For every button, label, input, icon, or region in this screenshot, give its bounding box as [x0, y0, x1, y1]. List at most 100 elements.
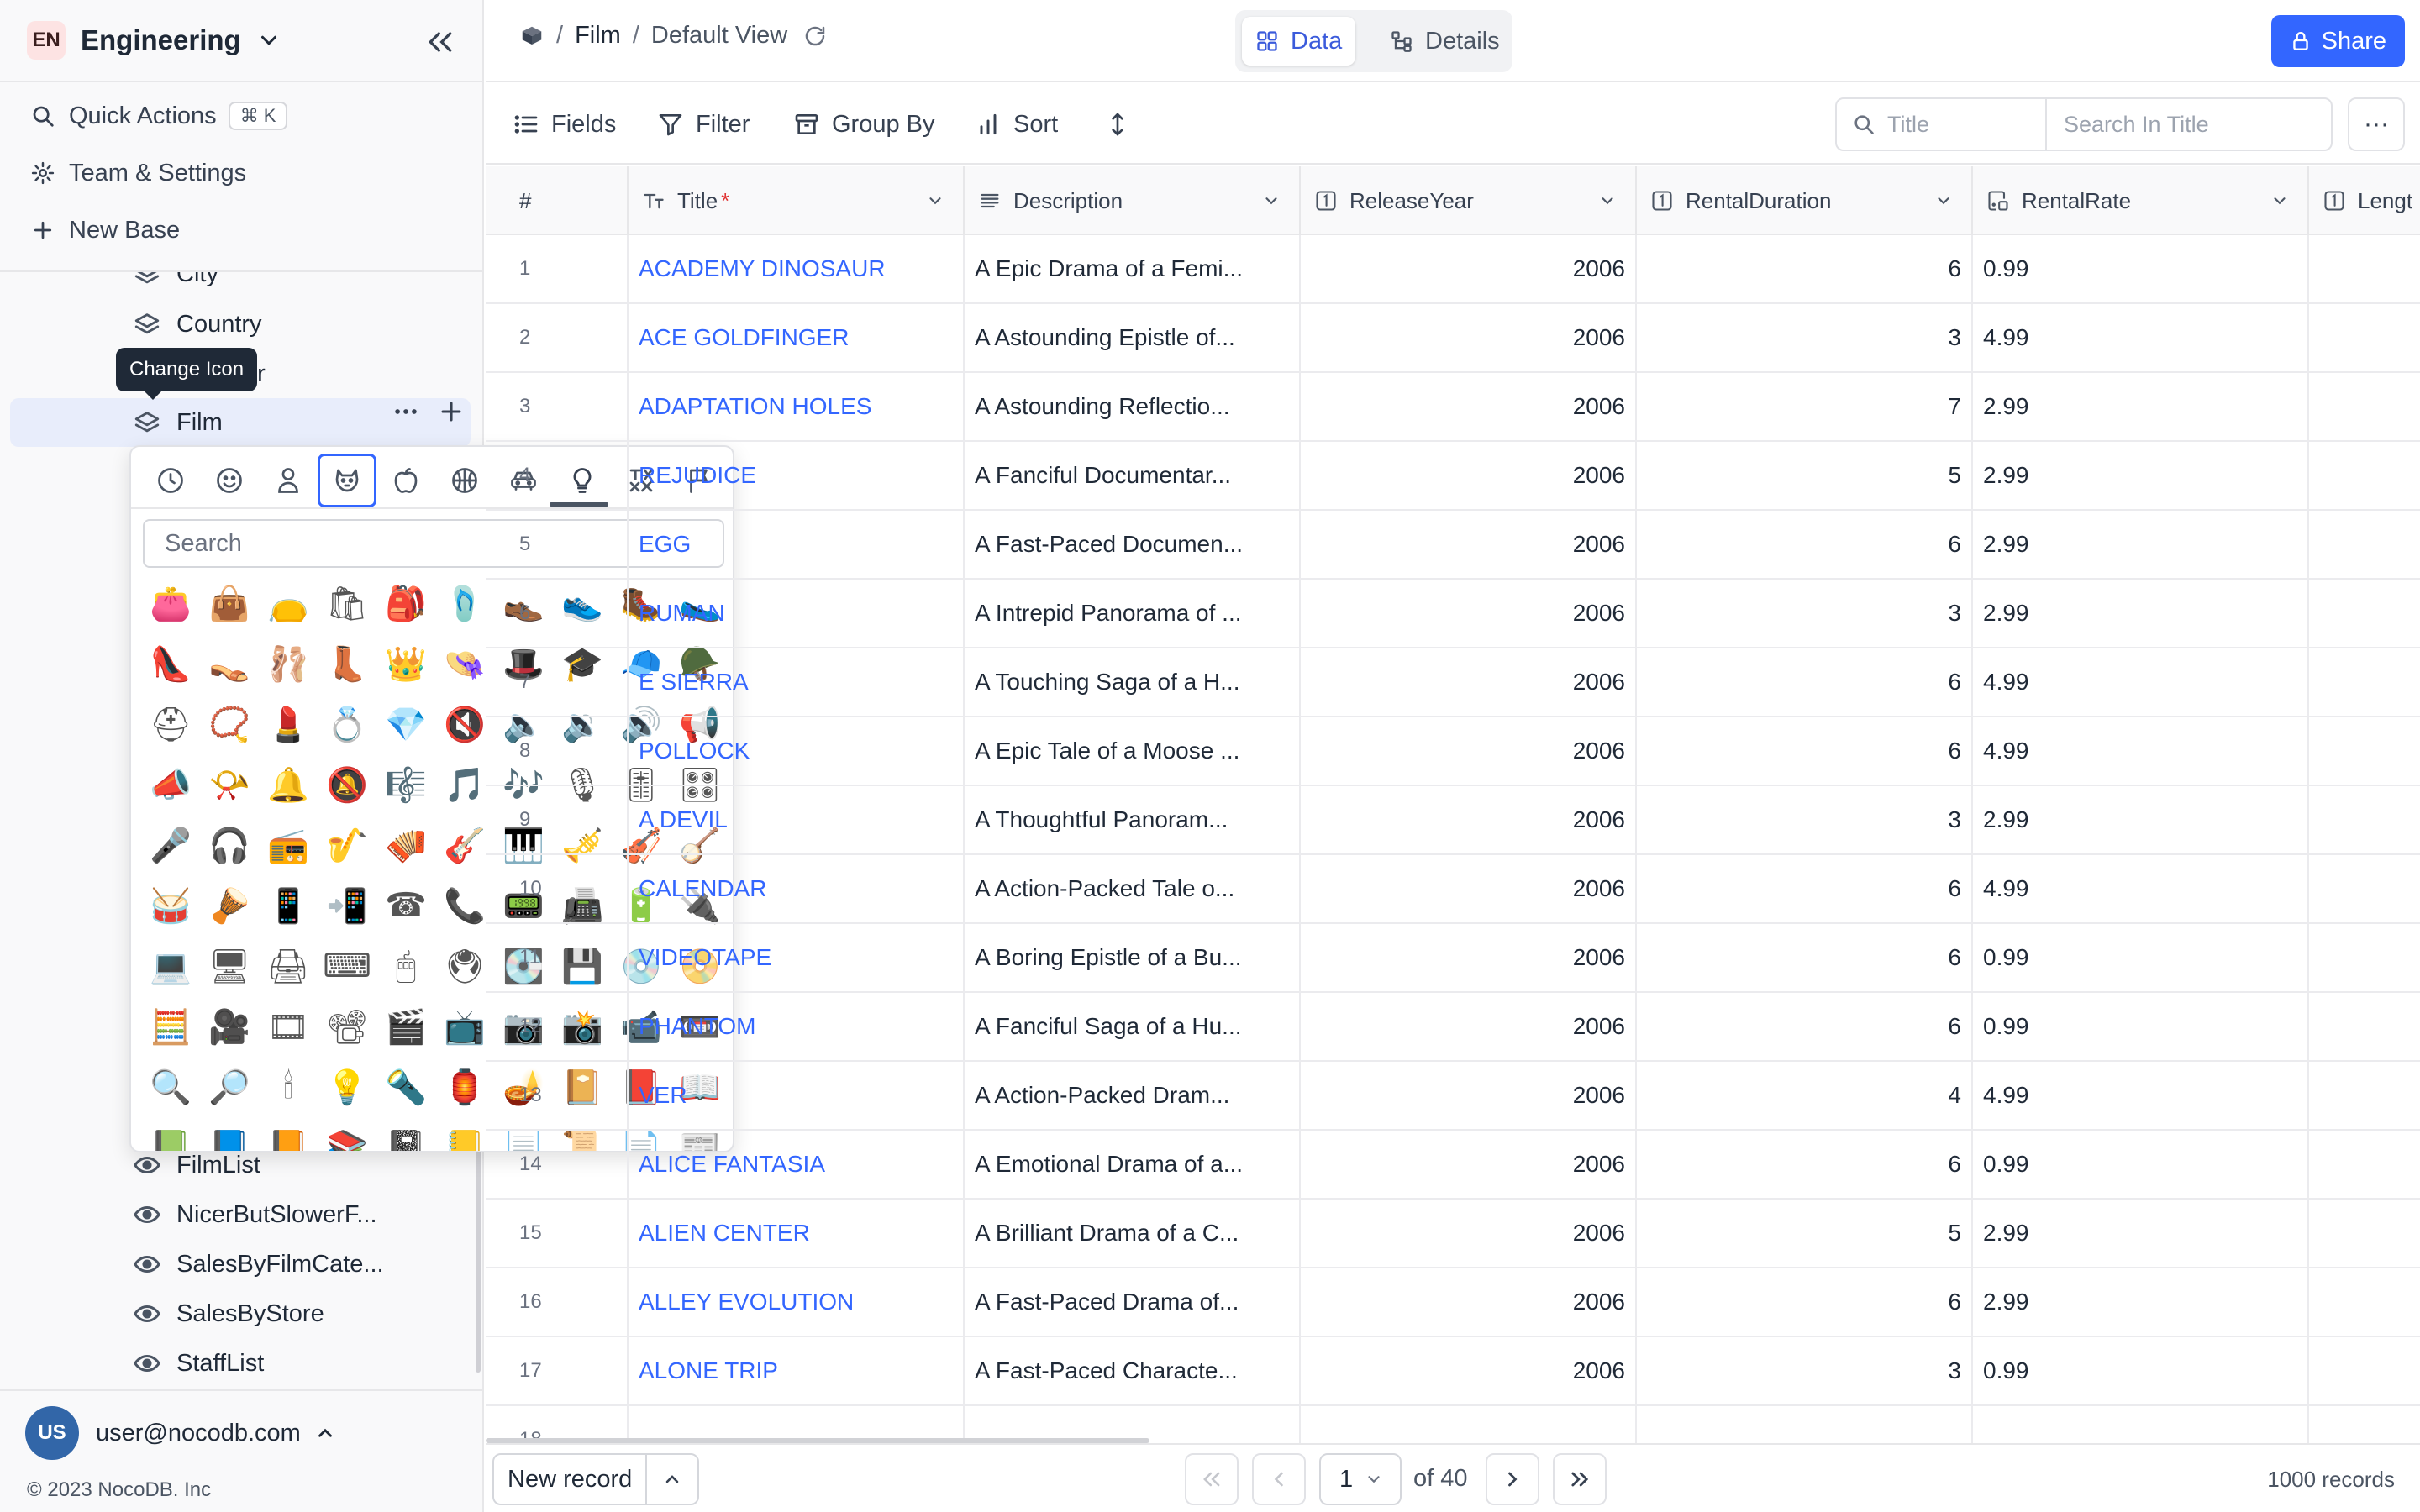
cell-rentalduration[interactable]: 6: [1637, 511, 1973, 578]
row-number[interactable]: 16: [486, 1268, 629, 1336]
cell-title[interactable]: VER: [629, 1062, 965, 1129]
more-options-button[interactable]: ···: [2348, 97, 2405, 151]
table-row[interactable]: 6 RUMAN A Intrepid Panorama of ... 2006 3 2.9…: [486, 580, 2420, 648]
emoji-option[interactable]: 🔎: [200, 1057, 259, 1117]
last-page-button[interactable]: [1553, 1453, 1607, 1505]
cell-rentalrate[interactable]: 0.99: [1973, 993, 2309, 1060]
column-header-title[interactable]: Title *: [629, 166, 965, 235]
cell-releaseyear[interactable]: [1301, 1406, 1637, 1443]
cell-rentalrate[interactable]: 0.99: [1973, 1337, 2309, 1404]
tree-item-country[interactable]: Country: [133, 300, 262, 349]
cell-rentalduration[interactable]: [1637, 1406, 1973, 1443]
emoji-option[interactable]: 💡: [318, 1057, 376, 1117]
breadcrumb-table[interactable]: Film: [575, 22, 621, 50]
share-button[interactable]: Share: [2270, 15, 2405, 67]
table-row[interactable]: 9A DEVIL A Thoughtful Panoram... 2006 3 2.99: [486, 786, 2420, 855]
tree-item-nicer[interactable]: NicerButSlowerF...: [133, 1190, 377, 1239]
emoji-option[interactable]: 📘: [200, 1117, 259, 1152]
row-number[interactable]: 4: [486, 442, 629, 509]
workspace-header[interactable]: EN Engineering: [0, 0, 482, 82]
cell-title[interactable]: ACADEMY DINOSAUR: [629, 235, 965, 302]
row-number[interactable]: 17: [486, 1337, 629, 1404]
emoji-option[interactable]: 🎞: [259, 996, 318, 1057]
cell-releaseyear[interactable]: 2006: [1301, 235, 1637, 302]
cell-releaseyear[interactable]: 2006: [1301, 855, 1637, 922]
table-row[interactable]: 16 ALLEY EVOLUTION A Fast-Paced Drama of..…: [486, 1268, 2420, 1337]
new-record-button[interactable]: New record: [492, 1453, 700, 1505]
cell-rentalrate[interactable]: 4.99: [1973, 717, 2309, 785]
emoji-option[interactable]: 🎧: [200, 815, 259, 875]
cell-description[interactable]: A Fast-Paced Drama of...: [965, 1268, 1301, 1336]
cell-description[interactable]: A Action-Packed Tale o...: [965, 855, 1301, 922]
cell-title[interactable]: A DEVIL: [629, 786, 965, 853]
fields-button[interactable]: Fields: [513, 104, 616, 144]
cell-releaseyear[interactable]: 2006: [1301, 786, 1637, 853]
column-header-length[interactable]: Lengt: [2309, 166, 2420, 235]
emoji-option[interactable]: ⛑: [141, 694, 200, 754]
cell-description[interactable]: A Astounding Reflectio...: [965, 373, 1301, 440]
cell-description[interactable]: A Thoughtful Panoram...: [965, 786, 1301, 853]
emoji-option[interactable]: 🔕: [318, 754, 376, 815]
table-row[interactable]: 15 ALIEN CENTER A Brilliant Drama of a C..…: [486, 1200, 2420, 1268]
row-number[interactable]: 10: [486, 855, 629, 922]
cell-description[interactable]: A Fast-Paced Documen...: [965, 511, 1301, 578]
cell-rentalduration[interactable]: 3: [1637, 1337, 1973, 1404]
cell-rentalduration[interactable]: 3: [1637, 580, 1973, 647]
emoji-option[interactable]: 📽: [318, 996, 376, 1057]
table-row[interactable]: 5 EGG A Fast-Paced Documen... 2006 6 2.99: [486, 511, 2420, 580]
emoji-option[interactable]: 📓: [376, 1117, 435, 1152]
new-record-options[interactable]: [647, 1455, 697, 1504]
cell-length[interactable]: [2309, 373, 2420, 440]
cell-rentalrate[interactable]: 2.99: [1973, 1268, 2309, 1336]
new-base-item[interactable]: New Base: [0, 202, 482, 259]
row-height-button[interactable]: [1104, 104, 1143, 144]
column-header-description[interactable]: Description: [965, 166, 1301, 235]
cell-title[interactable]: PHANTOM: [629, 993, 965, 1060]
cell-releaseyear[interactable]: 2006: [1301, 717, 1637, 785]
chevron-down-icon[interactable]: [2270, 192, 2289, 210]
cell-rentalrate[interactable]: 2.99: [1973, 511, 2309, 578]
breadcrumb-view[interactable]: Default View: [651, 22, 787, 50]
emoji-option[interactable]: 🩰: [259, 633, 318, 694]
table-row[interactable]: 14 ALICE FANTASIA A Emotional Drama of a..…: [486, 1131, 2420, 1200]
cell-title[interactable]: REJUDICE: [629, 442, 965, 509]
prev-page-button[interactable]: [1252, 1453, 1306, 1505]
cell-rentalrate[interactable]: [1973, 1406, 2309, 1443]
row-number[interactable]: 1: [486, 235, 629, 302]
cell-releaseyear[interactable]: 2006: [1301, 304, 1637, 371]
cell-rentalrate[interactable]: 0.99: [1973, 235, 2309, 302]
table-row[interactable]: 1 ACADEMY DINOSAUR A Epic Drama of a Femi.…: [486, 235, 2420, 304]
tab-people[interactable]: [259, 454, 318, 507]
table-row[interactable]: 12 PHANTOM A Fanciful Saga of a Hu... 2006 6…: [486, 993, 2420, 1062]
row-number[interactable]: 5: [486, 511, 629, 578]
emoji-option[interactable]: 📿: [200, 694, 259, 754]
tree-item-city[interactable]: City: [133, 272, 218, 298]
emoji-option[interactable]: 💍: [318, 694, 376, 754]
cell-rentalrate[interactable]: 4.99: [1973, 304, 2309, 371]
cell-rentalrate[interactable]: 4.99: [1973, 648, 2309, 716]
cell-releaseyear[interactable]: 2006: [1301, 580, 1637, 647]
emoji-option[interactable]: 🎼: [376, 754, 435, 815]
cell-rentalrate[interactable]: 2.99: [1973, 442, 2309, 509]
emoji-option[interactable]: ☎: [376, 875, 435, 936]
cell-rentalrate[interactable]: 2.99: [1973, 1200, 2309, 1267]
table-row[interactable]: 11 VIDEOTAPE A Boring Epistle of a Bu... 20…: [486, 924, 2420, 993]
table-row[interactable]: 13 VER A Action-Packed Dram... 2006 4 4.99: [486, 1062, 2420, 1131]
cell-length[interactable]: [2309, 924, 2420, 991]
collapse-sidebar-icon[interactable]: [424, 25, 457, 59]
sort-button[interactable]: Sort: [975, 104, 1058, 144]
cell-title[interactable]: CALENDAR: [629, 855, 965, 922]
cell-title[interactable]: ALICE FANTASIA: [629, 1131, 965, 1198]
tab-smileys[interactable]: [200, 454, 259, 507]
cell-title[interactable]: ACE GOLDFINGER: [629, 304, 965, 371]
cell-rentalduration[interactable]: 6: [1637, 1268, 1973, 1336]
cell-rentalrate[interactable]: 2.99: [1973, 786, 2309, 853]
cell-releaseyear[interactable]: 2006: [1301, 1062, 1637, 1129]
cell-rentalduration[interactable]: 4: [1637, 1062, 1973, 1129]
emoji-option[interactable]: 👝: [259, 573, 318, 633]
cell-rentalrate[interactable]: 2.99: [1973, 580, 2309, 647]
emoji-option[interactable]: 🔦: [376, 1057, 435, 1117]
emoji-option[interactable]: 💻: [141, 936, 200, 996]
emoji-option[interactable]: 📣: [141, 754, 200, 815]
cell-description[interactable]: A Touching Saga of a H...: [965, 648, 1301, 716]
